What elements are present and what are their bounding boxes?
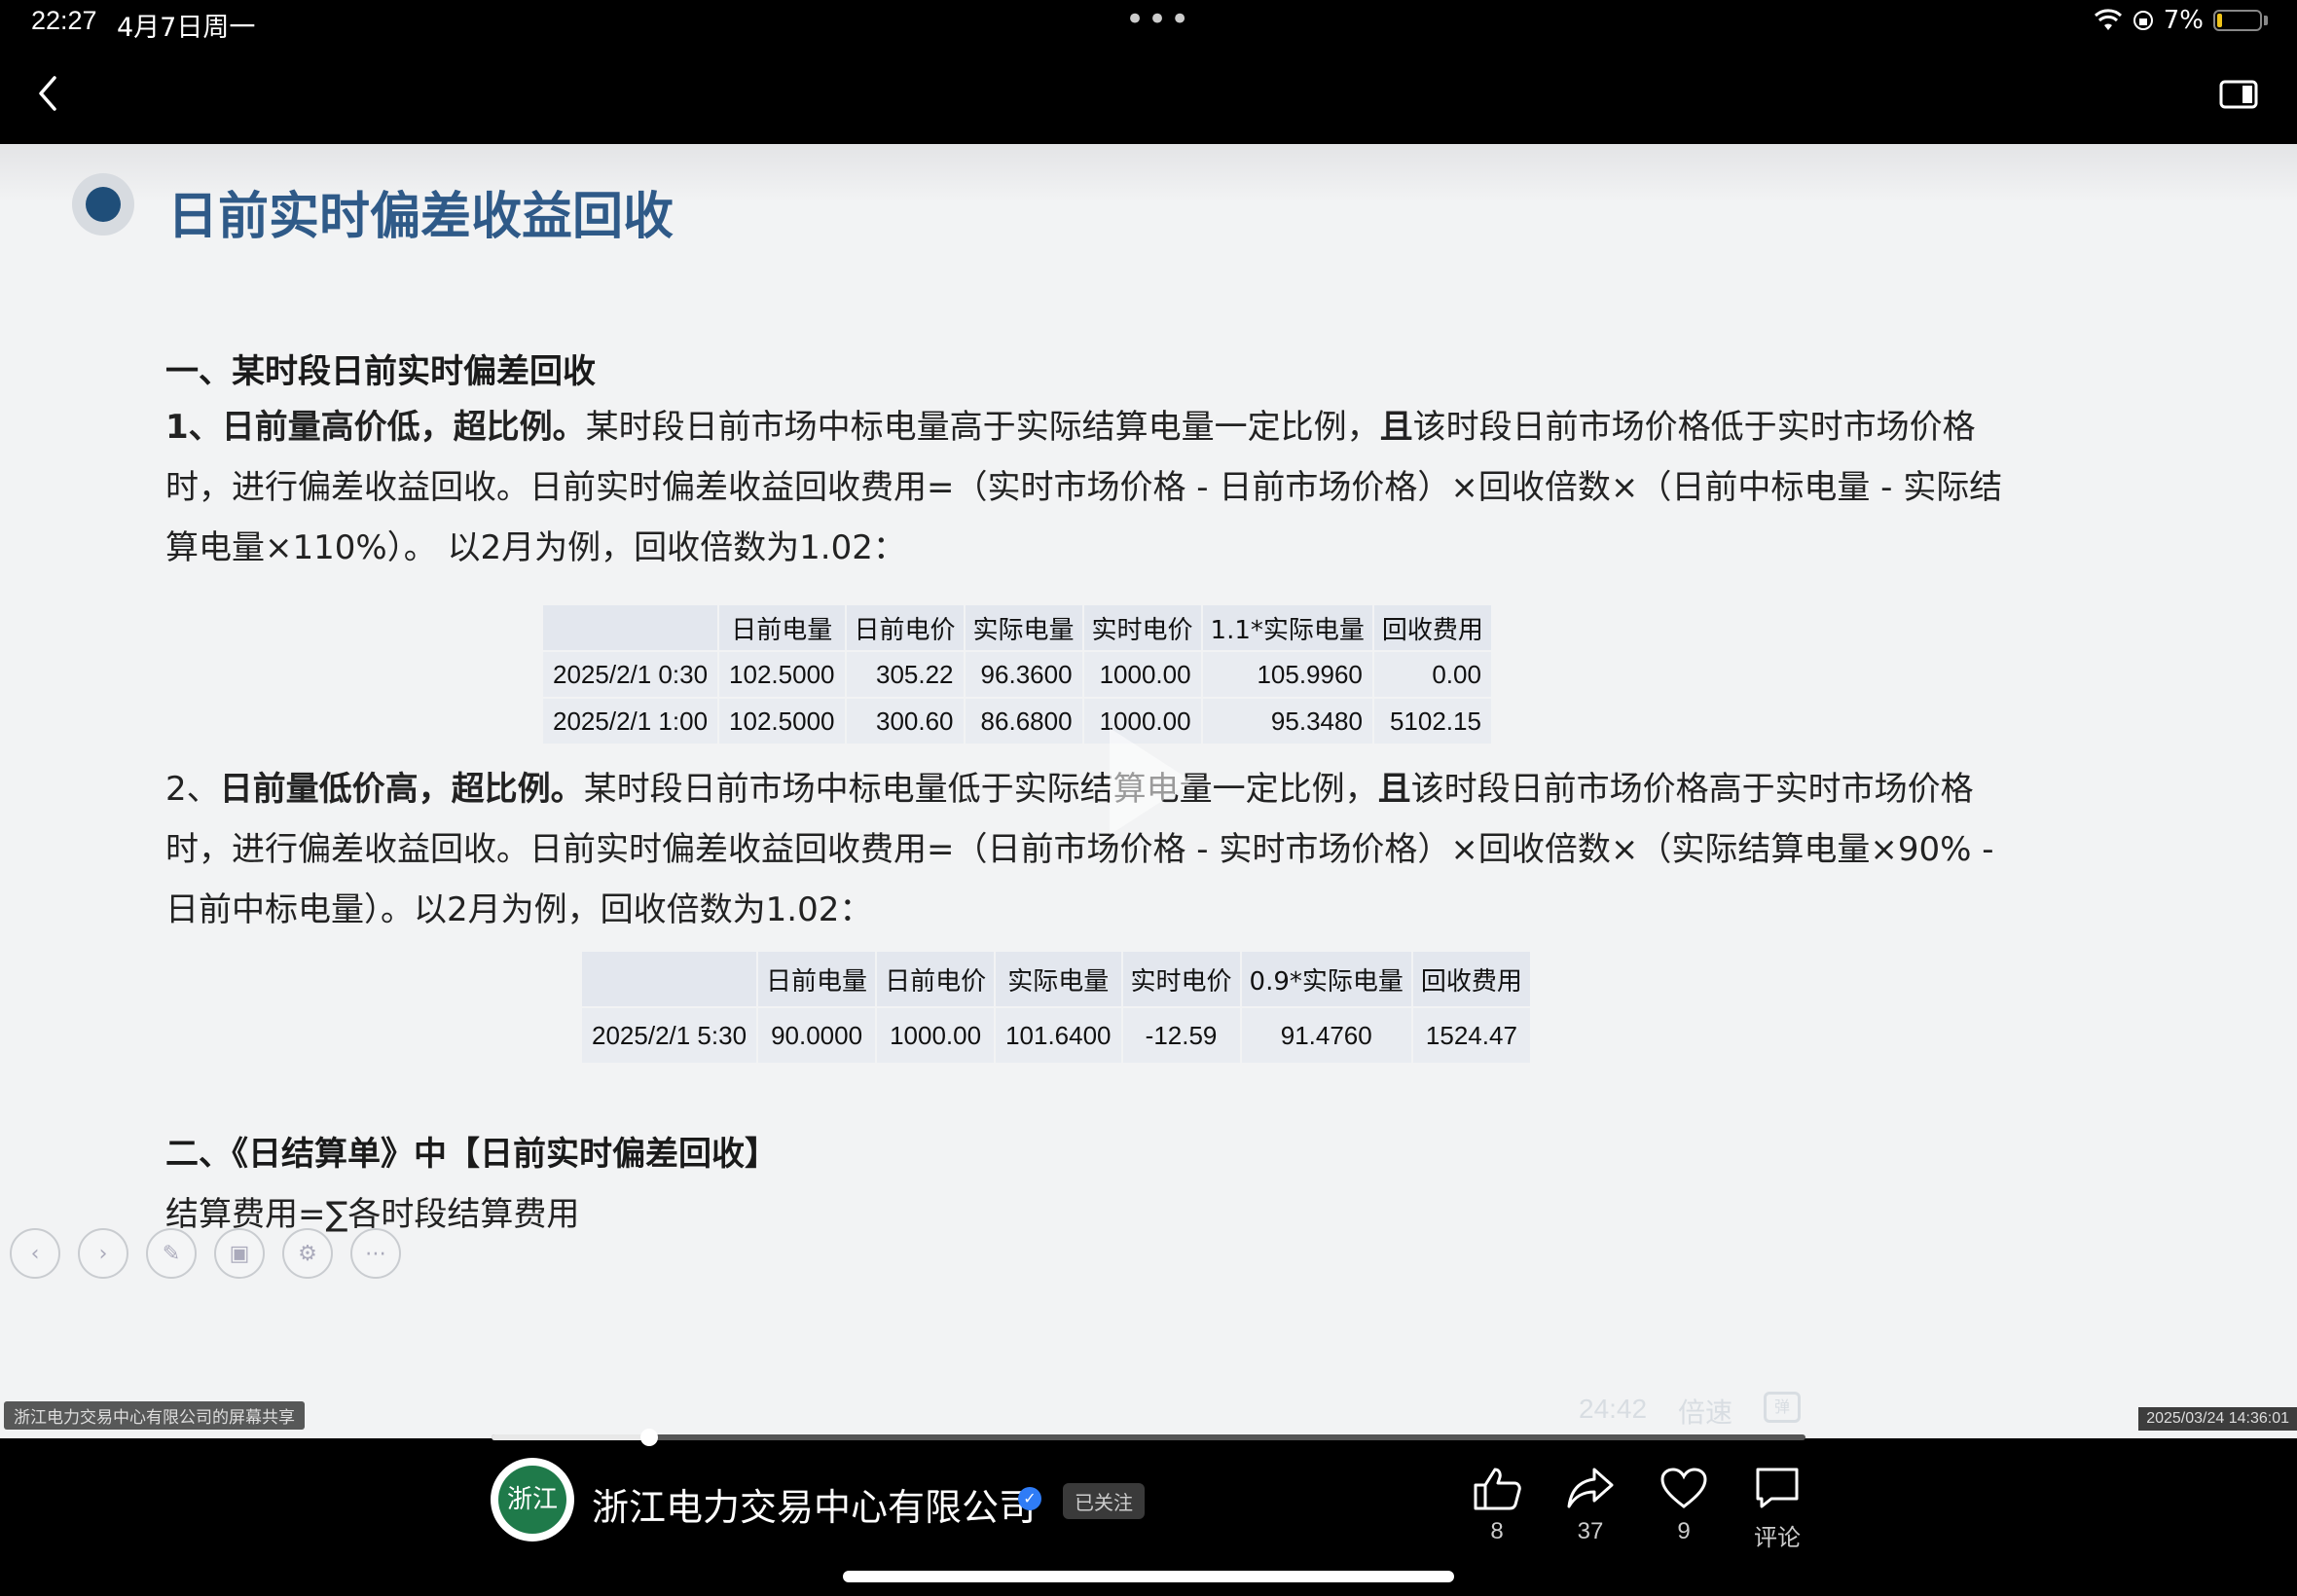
table-cell: 300.60: [844, 697, 966, 745]
orientation-lock-icon: [2133, 11, 2153, 30]
image-icon[interactable]: ▣: [214, 1228, 265, 1279]
table-cell: 102.5000: [717, 650, 847, 699]
progress-fill: [492, 1434, 649, 1440]
favorite-button[interactable]: 9: [1645, 1466, 1723, 1545]
table1-header-1: 日前电量: [717, 603, 847, 652]
multitask-dots-icon[interactable]: •••: [1125, 0, 1192, 39]
slide-title: 日前实时偏差收益回收: [167, 188, 675, 246]
item1-bold2: 且: [1379, 408, 1413, 447]
table-cell: 102.5000: [717, 697, 847, 745]
item2-text-a: 某时段日前市场中标电量低于实际结算电量一定比例，: [583, 770, 1378, 809]
channel-avatar[interactable]: 浙江: [491, 1458, 574, 1542]
battery-icon: [2213, 10, 2262, 31]
table-cell: 105.9960: [1200, 650, 1374, 699]
title-bullet-icon: [72, 173, 134, 236]
table-cell: 96.3600: [963, 650, 1084, 699]
table2-header-4: 实时电价: [1120, 950, 1242, 1008]
table-cell: 90.0000: [756, 1006, 878, 1065]
table-cell: 2025/2/1 1:00: [540, 697, 720, 745]
sidebar-icon[interactable]: [2219, 80, 2258, 109]
table-cell: 1000.00: [875, 1006, 997, 1065]
forward-icon[interactable]: ›: [78, 1228, 128, 1279]
share-count: 37: [1577, 1518, 1604, 1544]
item1-paragraph: 1、日前量高价低，超比例。某时段日前市场中标电量高于实际结算电量一定比例，且该时…: [165, 397, 2015, 578]
table-cell: 1000.00: [1081, 650, 1203, 699]
recording-timestamp: 2025/03/24 14:36:01: [2138, 1407, 2297, 1431]
verified-icon: ✓: [1018, 1487, 1041, 1510]
item2-paragraph: 2、日前量低价高，超比例。某时段日前市场中标电量低于实际结算电量一定比例，且该时…: [165, 759, 2015, 940]
video-duration: 24:42: [1579, 1394, 1648, 1424]
table1-header-5: 1.1*实际电量: [1200, 603, 1374, 652]
table2-header-5: 0.9*实际电量: [1239, 950, 1413, 1008]
battery-tip: [2264, 16, 2268, 25]
like-icon: [1474, 1468, 1521, 1510]
progress-bar[interactable]: [492, 1429, 1805, 1446]
table2-header-3: 实际电量: [994, 950, 1123, 1008]
home-indicator[interactable]: [843, 1571, 1454, 1582]
battery-percent: 7%: [2163, 6, 2204, 35]
like-count: 8: [1490, 1518, 1504, 1544]
comment-button[interactable]: 评论: [1738, 1466, 1816, 1552]
annotation-toolbar: ‹ › ✎ ▣ ⚙ ⋯: [10, 1228, 401, 1279]
danmaku-icon[interactable]: 弹: [1764, 1392, 1801, 1423]
section2-heading: 二、《日结算单》中【日前实时偏差回收】: [165, 1135, 778, 1174]
comment-icon: [1756, 1468, 1799, 1508]
pen-icon[interactable]: ✎: [146, 1228, 197, 1279]
speed-button[interactable]: 倍速: [1678, 1392, 1732, 1431]
table-row: 2025/2/1 5:30 90.0000 1000.00 101.6400 -12.5…: [579, 1006, 1532, 1065]
table1-header-6: 回收费用: [1371, 603, 1493, 652]
section1-heading: 一、某时段日前实时偏差回收: [165, 352, 596, 391]
item1-text-a: 某时段日前市场中标电量高于实际结算电量一定比例，: [585, 408, 1380, 447]
share-icon: [1567, 1468, 1614, 1508]
item1-number: 1、: [165, 408, 222, 447]
table1: 日前电量 日前电价 实际电量 实时电价 1.1*实际电量 回收费用 2025/2/1 0:…: [540, 603, 1493, 745]
system-indicators: 7%: [2094, 6, 2268, 35]
table-cell: 95.3480: [1200, 697, 1374, 745]
heart-icon: [1660, 1468, 1707, 1508]
table-cell: 305.22: [844, 650, 966, 699]
like-button[interactable]: 8: [1458, 1466, 1536, 1545]
status-bar: 22:27 4月7日周一 ••• 7%: [0, 0, 2297, 47]
wifi-icon: [2094, 9, 2122, 30]
progress-thumb[interactable]: [640, 1429, 658, 1446]
favorite-count: 9: [1677, 1518, 1691, 1544]
table2-header-1: 日前电量: [756, 950, 878, 1008]
back-icon[interactable]: [33, 74, 62, 113]
table-cell: 2025/2/1 5:30: [579, 1006, 759, 1065]
comment-label: 评论: [1754, 1525, 1801, 1551]
more-icon[interactable]: ⋯: [350, 1228, 401, 1279]
table-cell: 91.4760: [1239, 1006, 1413, 1065]
table-row: 2025/2/1 0:30 102.5000 305.22 96.3600 1000.0…: [540, 650, 1493, 699]
avatar-logo: 浙江: [498, 1466, 566, 1534]
item2-bold2: 且: [1377, 770, 1411, 809]
table-cell: 2025/2/1 0:30: [540, 650, 720, 699]
table-cell: 0.00: [1371, 650, 1493, 699]
table-cell: 86.6800: [963, 697, 1084, 745]
item2-bold: 日前量低价高，超比例。: [219, 770, 584, 809]
table1-header-4: 实时电价: [1081, 603, 1203, 652]
status-time: 22:27: [31, 6, 97, 35]
table-cell: 1524.47: [1410, 1006, 1532, 1065]
table1-header-2: 日前电价: [844, 603, 966, 652]
play-icon[interactable]: [1110, 728, 1192, 835]
table1-header-0: [540, 603, 720, 652]
channel-name[interactable]: 浙江电力交易中心有限公司: [592, 1477, 1036, 1531]
table2: 日前电量 日前电价 实际电量 实时电价 0.9*实际电量 回收费用 2025/2/1 5:…: [579, 950, 1532, 1065]
settings-icon[interactable]: ⚙: [282, 1228, 333, 1279]
item2-number: 2、: [165, 770, 220, 809]
table2-header-6: 回收费用: [1410, 950, 1532, 1008]
follow-button[interactable]: 已关注: [1063, 1483, 1145, 1519]
table-row: 2025/2/1 1:00 102.5000 300.60 86.6800 1000.0…: [540, 697, 1493, 745]
table-cell: -12.59: [1120, 1006, 1242, 1065]
share-button[interactable]: 37: [1551, 1466, 1629, 1545]
undo-icon[interactable]: ‹: [10, 1228, 60, 1279]
table-cell: 5102.15: [1371, 697, 1493, 745]
table2-header-0: [579, 950, 759, 1008]
status-date: 4月7日周一: [117, 13, 256, 43]
table2-header-2: 日前电价: [875, 950, 997, 1008]
table-cell: 101.6400: [994, 1006, 1123, 1065]
table1-header-3: 实际电量: [963, 603, 1084, 652]
item1-bold: 日前量高价低，超比例。: [221, 408, 586, 447]
screen-share-label: 浙江电力交易中心有限公司的屏幕共享: [4, 1401, 305, 1430]
